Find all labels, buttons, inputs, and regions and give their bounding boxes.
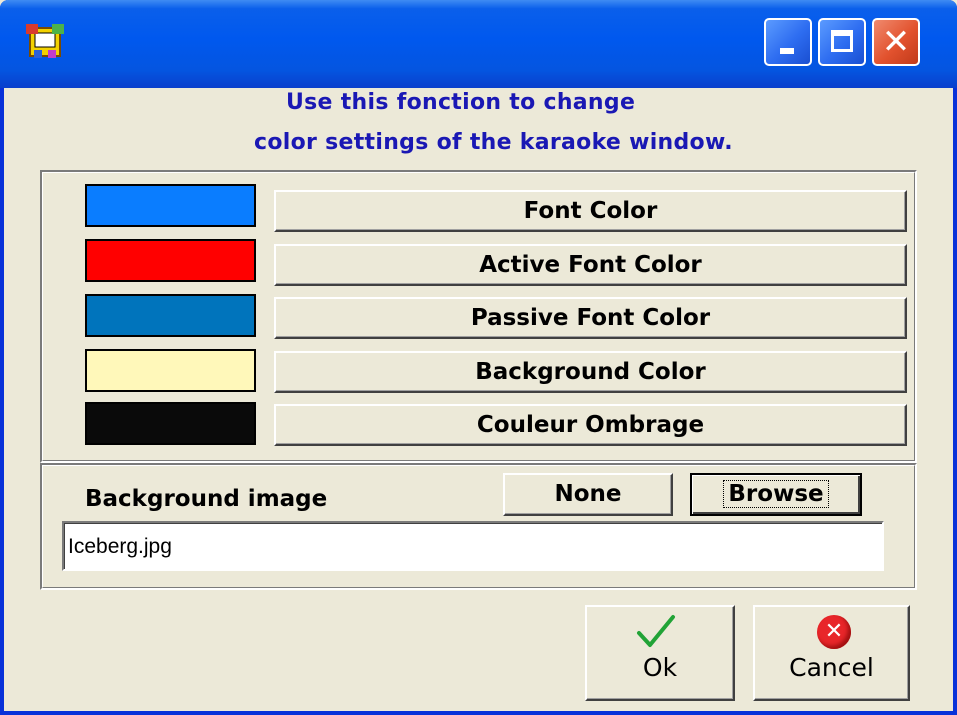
close-button[interactable]: ✕	[872, 18, 920, 66]
maximize-button[interactable]	[818, 18, 866, 66]
error-x-icon: ✕	[817, 615, 851, 649]
cancel-button[interactable]: ✕ Cancel	[753, 605, 910, 701]
checkmark-icon	[637, 615, 675, 647]
karaoke-app-icon[interactable]	[24, 22, 66, 62]
shadow-color-swatch	[85, 402, 256, 445]
ok-button[interactable]: Ok	[585, 605, 735, 701]
browse-button-label: Browse	[723, 480, 829, 508]
instruction-line-2: color settings of the karaoke window.	[254, 130, 733, 155]
none-button[interactable]: None	[503, 473, 673, 516]
browse-button[interactable]: Browse	[690, 473, 862, 516]
cancel-label: Cancel	[789, 653, 874, 682]
background-color-swatch	[85, 349, 256, 392]
instruction-line-1: Use this fonction to change	[286, 90, 636, 115]
maximize-icon	[831, 30, 853, 52]
font-color-swatch	[85, 184, 256, 227]
shadow-color-button[interactable]: Couleur Ombrage	[274, 404, 907, 446]
passive-font-color-swatch	[85, 294, 256, 337]
active-font-color-button[interactable]: Active Font Color	[274, 244, 907, 286]
background-color-button[interactable]: Background Color	[274, 351, 907, 393]
minimize-button[interactable]	[764, 18, 812, 66]
title-bar[interactable]: ✕	[0, 0, 957, 88]
minimize-icon	[780, 48, 794, 54]
passive-font-color-button[interactable]: Passive Font Color	[274, 297, 907, 339]
close-icon: ✕	[881, 22, 911, 62]
background-image-label: Background image	[85, 486, 328, 512]
active-font-color-swatch	[85, 239, 256, 282]
background-image-field[interactable]: Iceberg.jpg	[62, 521, 884, 571]
font-color-button[interactable]: Font Color	[274, 190, 907, 232]
ok-label: Ok	[642, 653, 678, 682]
